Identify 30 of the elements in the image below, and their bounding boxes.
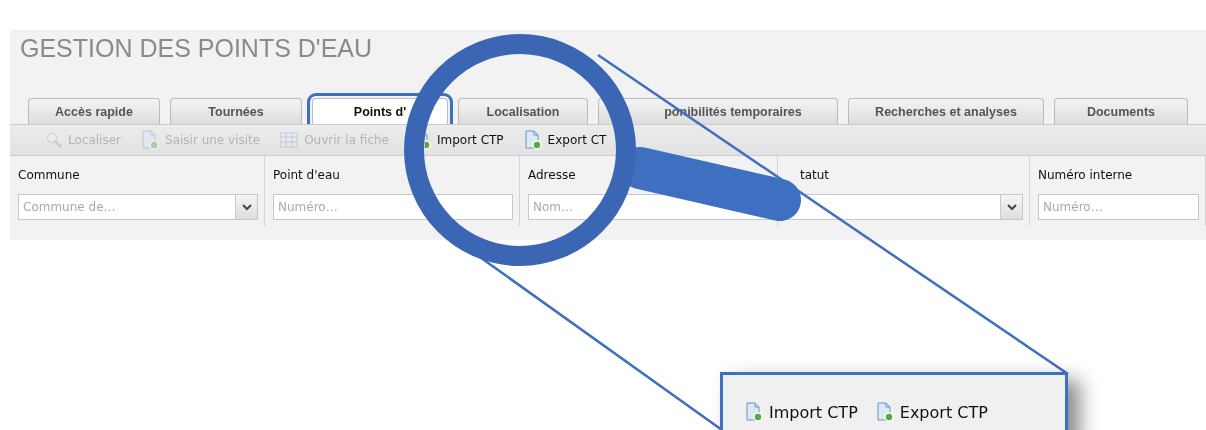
filter-field[interactable]: Numéro…	[273, 194, 513, 220]
dropdown-button[interactable]	[236, 194, 258, 220]
tab[interactable]: Tournées	[170, 98, 302, 124]
column-header: Numéro interne	[1038, 167, 1134, 184]
tab[interactable]: Recherches et analyses	[848, 98, 1044, 124]
column-header: tatut	[799, 167, 831, 184]
tab[interactable]: Documents	[1054, 98, 1188, 124]
chevron-down-icon	[1006, 203, 1017, 211]
page-title: GESTION DES POINTS D'EAU	[19, 33, 374, 64]
toolbar-button[interactable]: Import CTP	[425, 130, 504, 150]
toolbar-button[interactable]: Export CT	[523, 130, 607, 150]
toolbar-button[interactable]: Import CTP	[745, 385, 858, 430]
document-icon	[745, 402, 763, 422]
table-icon	[280, 132, 299, 148]
document-icon	[141, 130, 159, 150]
column-header: Adresse	[528, 167, 577, 184]
filter-field[interactable]: Numéro…	[1038, 194, 1199, 220]
combo-box[interactable]: Commune de…	[18, 194, 236, 220]
search-icon	[46, 132, 62, 148]
document-icon	[875, 402, 894, 422]
column-header: Point d'eau	[273, 167, 341, 184]
dropdown-button[interactable]	[1001, 194, 1023, 220]
toolbar-button[interactable]: Export CTP	[875, 385, 988, 430]
chevron-down-icon	[241, 203, 252, 211]
tab[interactable]: Localisation	[458, 98, 588, 124]
document-icon	[425, 130, 431, 150]
column-header: Commune	[18, 167, 81, 184]
document-icon	[523, 130, 542, 150]
tab[interactable]: Accès rapide	[28, 98, 160, 124]
combo-box[interactable]	[786, 194, 1001, 220]
